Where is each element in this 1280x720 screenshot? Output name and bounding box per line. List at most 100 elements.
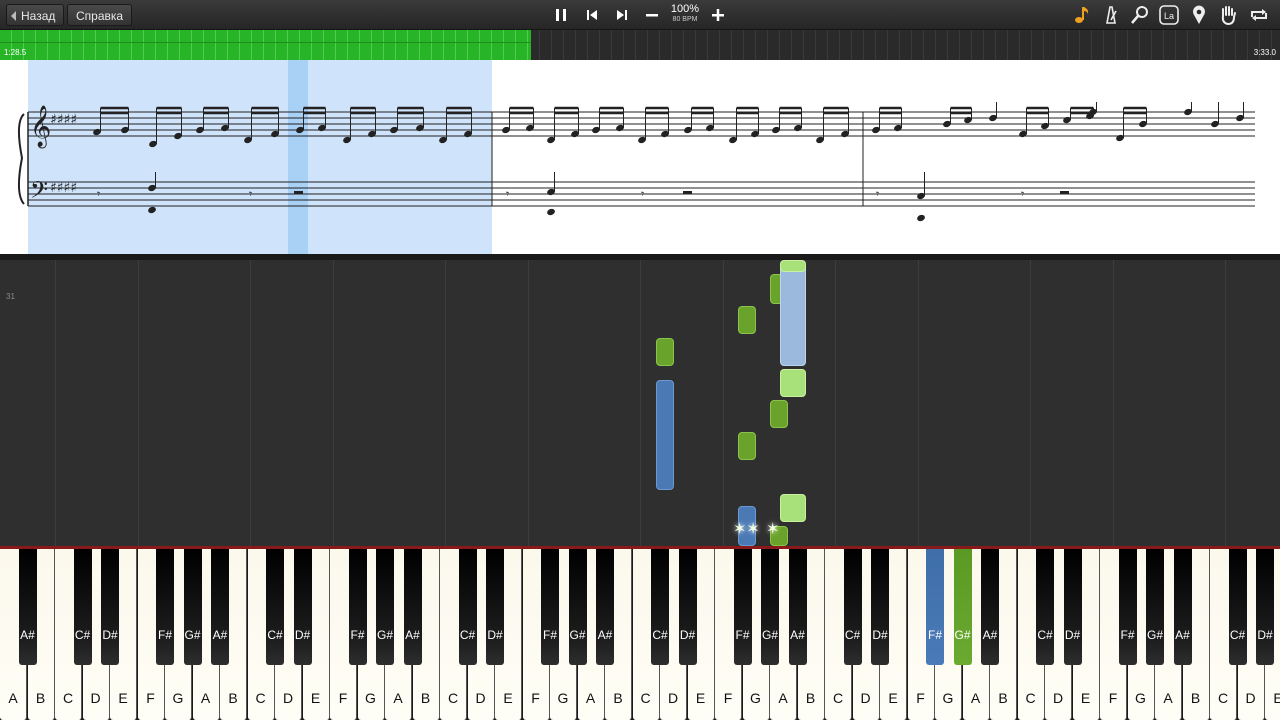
key-label: B	[228, 690, 238, 706]
key-label: G#	[376, 628, 393, 642]
key-label: C	[1217, 690, 1229, 706]
time-elapsed: 1:28.5	[4, 48, 27, 57]
black-key[interactable]: A#	[596, 549, 614, 665]
black-key[interactable]: A#	[981, 549, 999, 665]
previous-icon-svg	[587, 10, 597, 20]
key-label: E	[695, 690, 706, 706]
black-key[interactable]: C#	[843, 549, 862, 665]
eighth-rest: 𝄾	[876, 187, 879, 201]
gridline	[835, 260, 836, 546]
black-key[interactable]: F#	[733, 549, 752, 665]
piano-keyboard[interactable]: ABCDEFGABCDEFGABCDEFGABCDEFGABCDEFGABCDE…	[0, 546, 1280, 720]
falling-note-right-hand	[770, 400, 788, 428]
black-key[interactable]: C#	[73, 549, 92, 665]
black-key[interactable]: F#	[348, 549, 367, 665]
key-label: F#	[1120, 628, 1135, 642]
key-label: A	[778, 690, 788, 706]
key-label: C#	[267, 628, 283, 642]
hand-svg	[1221, 6, 1236, 26]
black-key[interactable]: G#	[761, 549, 779, 665]
faster-plus-icon[interactable]	[706, 3, 730, 27]
black-key[interactable]: G#	[1146, 549, 1164, 665]
black-key[interactable]: G#	[376, 549, 394, 665]
black-key[interactable]: C#	[1228, 549, 1247, 665]
black-key[interactable]: G#	[183, 549, 202, 665]
key-label: D#	[294, 628, 311, 642]
gridline	[250, 260, 251, 546]
black-key[interactable]: A#	[403, 549, 422, 665]
black-key[interactable]: D#	[1063, 549, 1082, 665]
metronome-icon[interactable]	[1099, 3, 1123, 27]
black-key[interactable]: D#	[486, 549, 504, 665]
next-icon-svg	[617, 10, 627, 20]
half-rest	[294, 191, 303, 194]
black-key[interactable]: F#	[1118, 549, 1137, 665]
pause-icon[interactable]	[549, 3, 573, 27]
key-label: E	[503, 690, 513, 706]
key-label: F	[1108, 690, 1118, 706]
black-key[interactable]: D#	[871, 549, 889, 665]
key-label: G#	[184, 628, 201, 642]
key-label: G	[1135, 690, 1146, 706]
search-icon[interactable]	[1128, 3, 1152, 27]
black-key[interactable]: F#	[926, 549, 944, 665]
black-key[interactable]: C#	[651, 549, 669, 665]
key-label: D	[475, 690, 486, 706]
key-label: F	[916, 690, 925, 706]
music-note-icon[interactable]	[1070, 3, 1094, 27]
black-key[interactable]: F#	[541, 549, 559, 665]
progress-fill	[0, 30, 532, 60]
key-label: F#	[157, 628, 172, 642]
black-key[interactable]: F#	[156, 549, 174, 665]
key-label: A#	[405, 628, 420, 642]
gridline	[640, 260, 641, 546]
black-key[interactable]: A#	[211, 549, 229, 665]
key-label: A#	[212, 628, 228, 642]
black-key[interactable]: G#	[953, 549, 972, 665]
key-label: B	[998, 690, 1008, 706]
hit-sparkle-icon: ✶✶	[733, 521, 760, 538]
staff-notation: 𝄞 𝄢 ♯♯♯♯ ♯♯♯♯ 𝄾 𝄾 𝄾 𝄾 𝄾 𝄾	[18, 102, 1255, 222]
black-key[interactable]: A#	[788, 549, 807, 665]
black-key[interactable]: C#	[1036, 549, 1054, 665]
note-head	[148, 206, 156, 214]
previous-icon[interactable]	[580, 3, 604, 27]
black-key[interactable]: G#	[568, 549, 587, 665]
key-label: B	[35, 690, 46, 706]
hit-sparkle-icon: ✶	[766, 521, 780, 538]
label-la-icon[interactable]: La	[1157, 3, 1181, 27]
song-progress-bar[interactable]: 1:28.5 3:33.0	[0, 30, 1280, 60]
black-key[interactable]: A#	[18, 549, 37, 665]
black-key[interactable]: D#	[678, 549, 697, 665]
key-label: F#	[542, 628, 557, 642]
location-pin-icon[interactable]	[1187, 3, 1211, 27]
gridline	[528, 260, 529, 546]
key-label: G	[365, 690, 376, 706]
key-label: G	[750, 690, 761, 706]
black-key[interactable]: D#	[293, 549, 312, 665]
plus-icon-svg	[712, 9, 724, 21]
key-label: A	[585, 690, 596, 706]
key-label: F	[723, 690, 733, 706]
key-label: A#	[790, 628, 805, 642]
black-key[interactable]: D#	[1256, 549, 1274, 665]
back-button[interactable]: Назад	[6, 4, 65, 26]
slower-minus-icon[interactable]	[640, 3, 664, 27]
black-key[interactable]: C#	[458, 549, 477, 665]
eighth-rest: 𝄾	[97, 187, 100, 201]
next-icon[interactable]	[610, 3, 634, 27]
loop-icon[interactable]	[1247, 3, 1271, 27]
eighth-rest: 𝄾	[249, 187, 252, 201]
hand-icon[interactable]	[1216, 3, 1240, 27]
black-key[interactable]: A#	[1173, 549, 1192, 665]
help-button[interactable]: Справка	[67, 4, 133, 26]
key-label: D#	[487, 628, 503, 642]
black-key[interactable]: D#	[101, 549, 119, 665]
falling-note-right-hand	[780, 494, 806, 522]
key-label: D	[1245, 690, 1256, 706]
half-rest	[683, 191, 692, 194]
black-key[interactable]: C#	[266, 549, 284, 665]
key-label: E	[1273, 690, 1280, 706]
bass-clef: 𝄢	[30, 176, 48, 209]
svg-text:La: La	[1164, 11, 1174, 21]
